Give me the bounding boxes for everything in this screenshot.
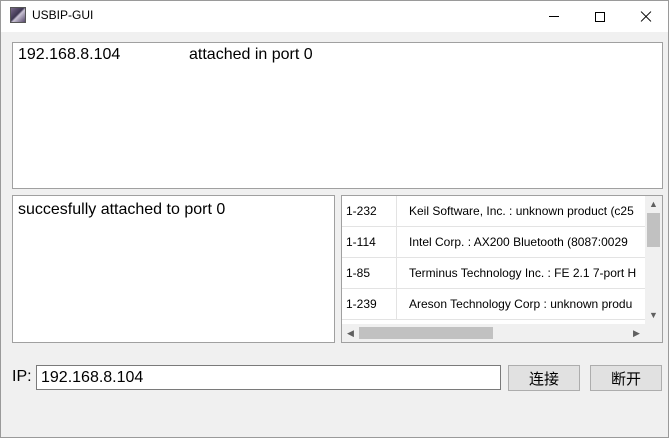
device-id: 1-232 xyxy=(342,196,397,227)
app-icon xyxy=(10,7,26,23)
connect-button[interactable]: 连接 xyxy=(508,365,580,391)
vertical-scrollbar[interactable]: ▲ ▼ xyxy=(645,196,662,324)
scroll-corner xyxy=(645,324,662,342)
log-box[interactable]: succesfully attached to port 0 xyxy=(12,195,335,343)
device-rows: 1-232 Keil Software, Inc. : unknown prod… xyxy=(342,196,645,324)
app-window: USBIP-GUI 192.168.8.104 attached in port… xyxy=(0,0,669,438)
close-icon xyxy=(640,11,652,23)
device-name: Intel Corp. : AX200 Bluetooth (8087:0029 xyxy=(409,235,628,249)
log-text: succesfully attached to port 0 xyxy=(18,201,226,218)
window-title: USBIP-GUI xyxy=(32,8,94,22)
maximize-button[interactable] xyxy=(577,1,623,32)
device-id: 1-114 xyxy=(342,227,397,258)
table-row[interactable]: 1-239 Areson Technology Corp : unknown p… xyxy=(342,289,645,320)
device-id: 1-239 xyxy=(342,289,397,320)
device-name: Areson Technology Corp : unknown produ xyxy=(409,297,633,311)
minimize-icon xyxy=(549,16,559,17)
disconnect-button[interactable]: 断开 xyxy=(590,365,662,391)
table-row[interactable]: 1-232 Keil Software, Inc. : unknown prod… xyxy=(342,196,645,227)
status-state: attached in port 0 xyxy=(189,46,313,63)
device-list[interactable]: 1-232 Keil Software, Inc. : unknown prod… xyxy=(341,195,663,343)
maximize-icon xyxy=(595,11,605,22)
table-row[interactable]: 1-85 Terminus Technology Inc. : FE 2.1 7… xyxy=(342,258,645,289)
attached-devices-list[interactable]: 192.168.8.104 attached in port 0 xyxy=(12,42,663,189)
scroll-right-icon[interactable]: ▶ xyxy=(628,324,645,342)
ip-input[interactable] xyxy=(36,365,501,390)
horizontal-scrollbar[interactable]: ◀ ▶ xyxy=(342,324,645,342)
status-ip: 192.168.8.104 xyxy=(18,46,121,63)
device-name: Terminus Technology Inc. : FE 2.1 7-port… xyxy=(409,266,637,280)
vertical-scroll-thumb[interactable] xyxy=(647,213,660,247)
close-button[interactable] xyxy=(623,1,668,32)
minimize-button[interactable] xyxy=(531,1,577,32)
device-id: 1-85 xyxy=(342,258,397,289)
title-bar[interactable]: USBIP-GUI xyxy=(1,1,668,32)
ip-label: IP: xyxy=(12,368,32,385)
scroll-up-icon[interactable]: ▲ xyxy=(645,196,662,213)
horizontal-scroll-thumb[interactable] xyxy=(359,327,493,339)
scroll-down-icon[interactable]: ▼ xyxy=(645,307,662,324)
device-name: Keil Software, Inc. : unknown product (c… xyxy=(409,204,634,218)
table-row[interactable]: 1-114 Intel Corp. : AX200 Bluetooth (808… xyxy=(342,227,645,258)
scroll-left-icon[interactable]: ◀ xyxy=(342,324,359,342)
